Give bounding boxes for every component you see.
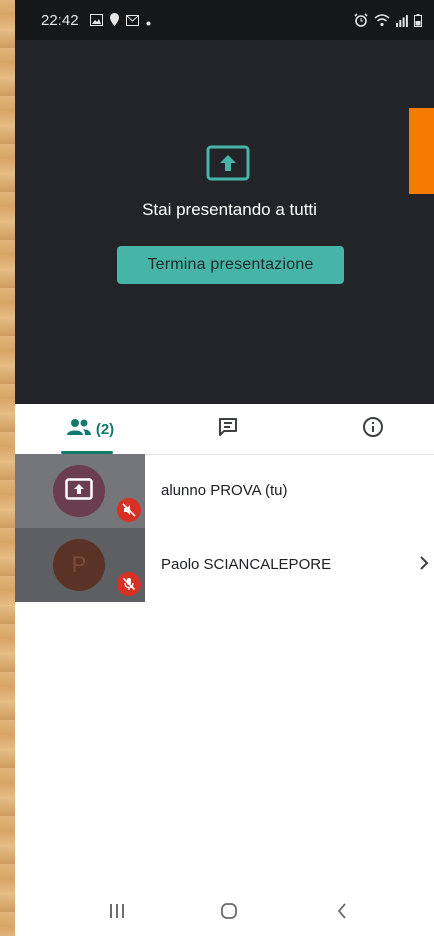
- avatar-letter: P: [71, 552, 87, 577]
- present-screen-icon: [206, 145, 250, 181]
- phone-screen: 22:42 Stai presentando a tutti Termina p…: [15, 0, 434, 936]
- muted-speaker-icon: [117, 498, 141, 522]
- present-screen-icon: [65, 477, 93, 505]
- battery-icon: [414, 13, 422, 31]
- dot-icon: [146, 13, 151, 30]
- chat-icon: [217, 416, 239, 443]
- side-tab[interactable]: [409, 108, 434, 194]
- home-icon[interactable]: [220, 902, 238, 925]
- list-item[interactable]: P Paolo SCIANCALEPORE: [15, 528, 434, 602]
- stop-presenting-button[interactable]: Termina presentazione: [117, 246, 344, 284]
- tab-info[interactable]: [353, 404, 393, 454]
- tab-chat[interactable]: [208, 404, 248, 454]
- status-bar: 22:42: [15, 0, 434, 40]
- presentation-panel: Stai presentando a tutti Termina present…: [15, 40, 434, 404]
- tab-people[interactable]: (2): [55, 404, 125, 454]
- list-item[interactable]: alunno PROVA (tu): [15, 454, 434, 528]
- avatar: P: [53, 539, 105, 591]
- muted-mic-icon: [117, 572, 141, 596]
- image-icon: [90, 13, 103, 30]
- system-nav-bar: [15, 888, 434, 936]
- people-count: (2): [95, 420, 115, 438]
- alarm-icon: [354, 13, 368, 31]
- presenting-message: Stai presentando a tutti: [142, 200, 317, 219]
- participant-tile: P: [15, 528, 145, 602]
- participant-name: alunno PROVA (tu): [161, 482, 288, 499]
- wifi-icon: [374, 13, 390, 31]
- signal-icon: [396, 14, 408, 31]
- info-icon: [362, 416, 384, 443]
- mail-icon: [126, 13, 139, 30]
- status-right-icons: [354, 13, 422, 31]
- people-icon: [66, 418, 92, 441]
- recent-apps-icon[interactable]: [108, 902, 126, 925]
- chevron-right-icon[interactable]: [418, 555, 430, 576]
- background-wood: [0, 0, 15, 936]
- panel-tabs: (2): [15, 404, 434, 455]
- participant-name: Paolo SCIANCALEPORE: [161, 556, 332, 573]
- avatar: [53, 465, 105, 517]
- back-icon[interactable]: [335, 902, 349, 925]
- location-icon: [110, 13, 119, 30]
- status-time: 22:42: [41, 12, 79, 29]
- status-left-icons: [90, 13, 151, 30]
- participant-tile: [15, 454, 145, 528]
